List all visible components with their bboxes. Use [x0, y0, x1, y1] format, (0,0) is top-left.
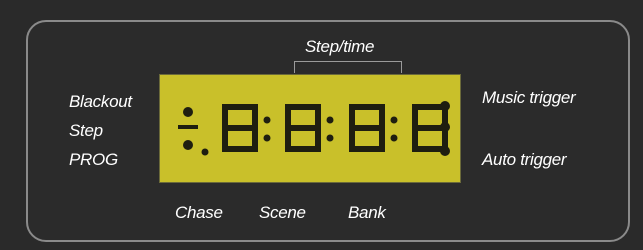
lcd-display: [159, 74, 461, 183]
colon-2-bottom-dot: [326, 134, 334, 142]
digit-1-segment-b: [252, 104, 258, 128]
bank-label: Bank: [348, 203, 386, 222]
prog-label: PROG: [69, 150, 118, 169]
digit-1-segment-e: [222, 128, 228, 152]
scene-label: Scene: [259, 203, 306, 222]
lcd-segments: [178, 101, 450, 156]
digit-3-segment-b: [379, 104, 385, 128]
chase-label: Chase: [175, 203, 223, 222]
digit-2-segment-g: [285, 125, 321, 131]
step-time-bracket: [294, 61, 402, 73]
digit-4-segment-e: [412, 128, 418, 152]
control-panel: Step/time Blackout Step PROG Music trigg…: [0, 0, 643, 250]
prog-indicator-dot: [183, 140, 193, 150]
auto-trigger-label: Auto trigger: [482, 150, 567, 169]
colon-2-top-dot: [326, 116, 334, 124]
music-trigger-indicator-bottom-dot: [440, 122, 450, 132]
music-trigger-label: Music trigger: [482, 88, 576, 107]
colon-1-bottom-dot: [263, 134, 271, 142]
step-indicator-bar: [178, 125, 198, 129]
digit-2-segment-e: [285, 128, 291, 152]
digit-2-segment-b: [315, 104, 321, 128]
decimal-point: [201, 148, 209, 156]
digit-4-segment-f: [412, 104, 418, 128]
digit-3-segment-e: [349, 128, 355, 152]
blackout-label: Blackout: [69, 92, 132, 111]
colon-1-top-dot: [263, 116, 271, 124]
digit-1-segment-f: [222, 104, 228, 128]
step-time-label: Step/time: [305, 37, 375, 56]
digit-1-segment-g: [222, 125, 258, 131]
digit-3-segment-f: [349, 104, 355, 128]
digit-3-segment-g: [349, 125, 385, 131]
auto-trigger-indicator-dot: [440, 146, 450, 156]
colon-3-bottom-dot: [390, 134, 398, 142]
colon-3-top-dot: [390, 116, 398, 124]
step-label: Step: [69, 121, 103, 140]
music-trigger-indicator-top-dot: [440, 101, 450, 111]
digit-2-segment-f: [285, 104, 291, 128]
blackout-indicator-dot: [183, 107, 193, 117]
